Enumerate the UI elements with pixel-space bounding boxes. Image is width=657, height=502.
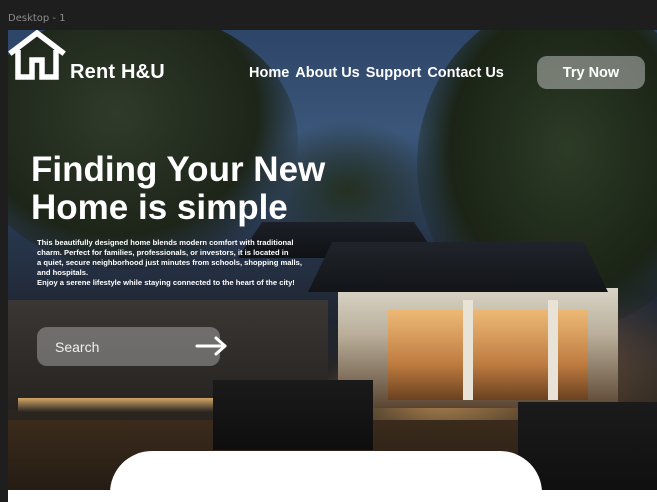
search-input[interactable] — [37, 327, 177, 366]
background-roof — [308, 242, 608, 292]
nav-contact-us[interactable]: Contact Us — [427, 65, 504, 81]
search-bar — [37, 327, 227, 366]
brand-name[interactable]: Rent H&U — [70, 61, 165, 84]
nav-home[interactable]: Home — [249, 65, 289, 81]
arrow-right-icon[interactable] — [195, 335, 231, 357]
background-pillar — [548, 300, 558, 400]
hero-description: This beautifully designed home blends mo… — [37, 238, 302, 287]
hero-headline: Finding Your New Home is simple — [31, 150, 326, 227]
background-ground-light — [18, 398, 218, 412]
try-now-button[interactable]: Try Now — [537, 56, 645, 89]
background-planter — [213, 380, 373, 450]
nav-about-us[interactable]: About Us — [295, 65, 359, 81]
background-house-lights — [388, 310, 588, 400]
nav-support[interactable]: Support — [366, 65, 422, 81]
background-pillar — [463, 300, 473, 400]
house-icon[interactable] — [8, 30, 66, 82]
frame-label: Desktop - 1 — [8, 13, 66, 24]
desktop-frame: Rent H&U Home About Us Support Contact U… — [8, 30, 657, 502]
main-nav: Home About Us Support Contact Us — [249, 65, 504, 81]
content-card — [110, 451, 542, 502]
